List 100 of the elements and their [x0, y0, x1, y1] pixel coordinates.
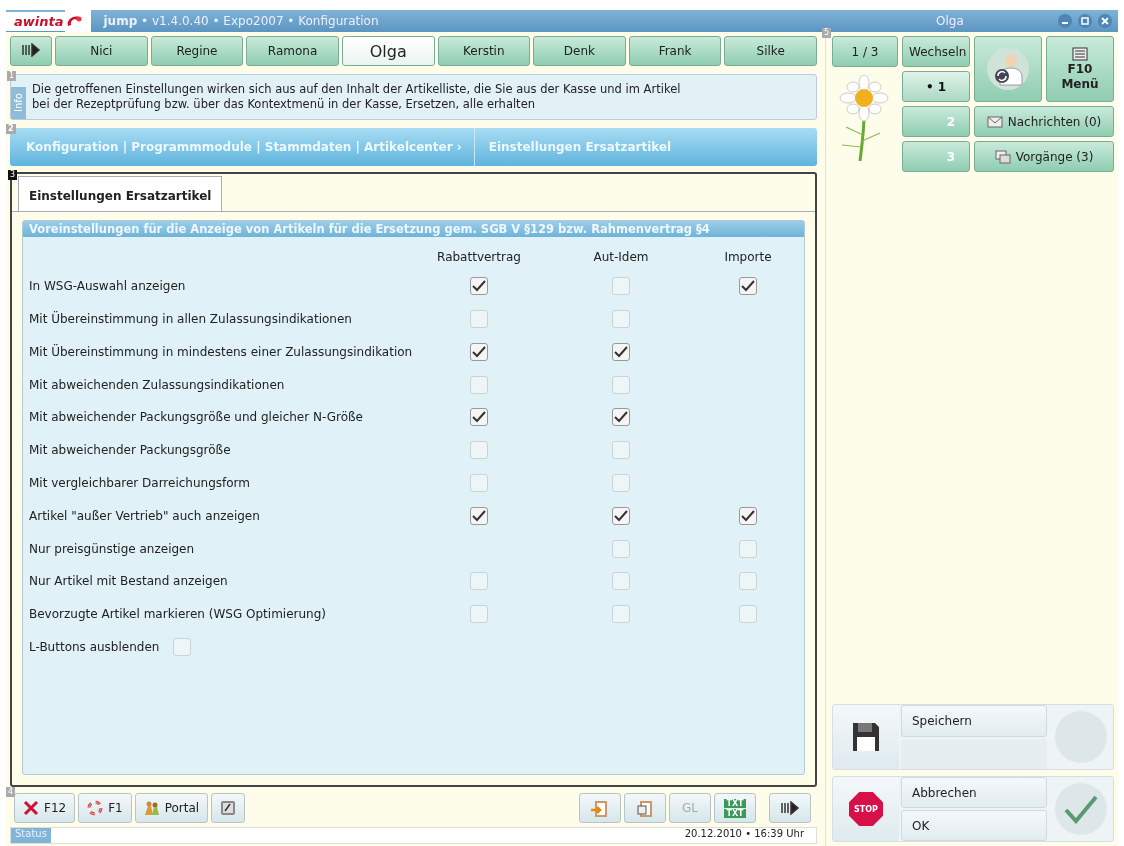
toolbar-button[interactable]: F12: [14, 793, 76, 823]
ok-label: OK: [901, 810, 1047, 841]
column-header: Aut-Idem: [592, 249, 650, 266]
maximize-icon: [1081, 17, 1089, 25]
toolbar-button[interactable]: TXT TXT: [714, 793, 756, 823]
checkbox[interactable]: [739, 539, 757, 558]
checkbox[interactable]: [173, 637, 192, 656]
checkbox[interactable]: [739, 506, 757, 525]
setting-label: Mit abweichender Packungsgröße: [29, 443, 232, 458]
checkbox[interactable]: [470, 408, 488, 427]
checkbox[interactable]: [470, 506, 488, 525]
cancel-button[interactable]: STOP: [833, 777, 899, 841]
maximize-button[interactable]: [1078, 14, 1092, 28]
forward-icon: [780, 801, 800, 815]
list-icon: [1072, 47, 1088, 61]
checkbox[interactable]: [612, 506, 630, 525]
ok-button[interactable]: [1055, 783, 1107, 835]
section-number: 4: [6, 787, 16, 797]
forward-button[interactable]: [10, 36, 52, 66]
setting-label: Nur Artikel mit Bestand anzeigen: [29, 574, 229, 589]
section-number: 1: [7, 71, 17, 81]
checkbox[interactable]: [612, 441, 630, 460]
setting-label: L-Buttons ausblenden: [29, 639, 160, 654]
checkbox[interactable]: [612, 473, 630, 492]
checkbox[interactable]: [612, 277, 630, 296]
checkbox[interactable]: [470, 375, 488, 394]
checkbox[interactable]: [612, 310, 630, 328]
user-tab[interactable]: Silke: [724, 36, 817, 66]
cancel-label: Abbrechen: [901, 777, 1047, 808]
user-switch-icon: [986, 47, 1030, 91]
tasks-button[interactable]: Vorgänge (3): [974, 141, 1114, 172]
setting-label: Nur preisgünstige anzeigen: [29, 541, 196, 556]
clipboard-icon: [590, 798, 610, 818]
setting-label: Mit Übereinstimmung in allen Zulassungsindikationen: [29, 312, 353, 326]
app-logo: awinta: [6, 11, 66, 31]
checkbox[interactable]: [739, 277, 757, 296]
clipboard-icon: [635, 798, 655, 818]
minimize-button[interactable]: [1058, 14, 1072, 28]
switch-user-button[interactable]: Wechseln: [902, 36, 970, 67]
setting-label: In WSG-Auswahl anzeigen: [29, 279, 187, 294]
toolbar-button[interactable]: F1: [78, 793, 132, 823]
checkbox[interactable]: [470, 342, 488, 361]
checkbox[interactable]: [612, 605, 630, 624]
lifebuoy-icon: [87, 800, 104, 816]
toolbar-button[interactable]: [769, 793, 811, 823]
window-user: Olga: [936, 14, 964, 28]
user-tab[interactable]: Kerstin: [437, 36, 531, 66]
save-label: Speichern: [901, 705, 1047, 737]
stop-sign-icon: STOP: [849, 792, 883, 826]
user-tab[interactable]: Olga: [341, 36, 435, 66]
setting-label: Bevorzugte Artikel markieren (WSG Optimierung): [29, 607, 327, 622]
checkbox[interactable]: [470, 605, 488, 624]
setting-label: Mit vergleichbarer Darreichungsform: [29, 475, 252, 490]
panel-title: Voreinstellungen für die Anzeige von Artikeln für die Ersetzung gem. SGB V §129 bzw. Rahmenvertrag §4: [23, 221, 804, 237]
section-number: 2: [6, 124, 16, 134]
close-icon: [1101, 17, 1109, 25]
status-datetime: 20.12.2010 • 16:39 Uhr: [684, 828, 805, 841]
close-button[interactable]: [1098, 14, 1112, 28]
info-text: Die getroffenen Einstellungen wirken sich aus auf den Inhalt der Artikelliste, die Sie aus der Kasse und im Artikel bei der Rezeptprüfung bzw. über das Kontextmenü in der Kasse, Ersetzen, alle erhalten: [31, 82, 681, 112]
section-number: 5: [822, 28, 832, 38]
checkbox[interactable]: [470, 572, 488, 591]
messages-button[interactable]: Nachrichten (0): [974, 106, 1114, 137]
checkbox[interactable]: [612, 572, 630, 591]
checkbox[interactable]: [612, 539, 630, 558]
checkbox[interactable]: [612, 375, 630, 394]
setting-label: Artikel "außer Vertrieb" auch anzeigen: [29, 508, 261, 523]
page-button[interactable]: 1 / 3: [832, 36, 898, 67]
settings-tab[interactable]: Einstellungen Ersatzartikel: [18, 176, 223, 211]
column-header: Rabattvertrag: [436, 249, 522, 266]
menu-button[interactable]: F10 Menü: [1046, 36, 1114, 102]
setting-label: Mit abweichender Packungsgröße und gleicher N-Größe: [29, 410, 364, 425]
envelope-icon: [986, 115, 1003, 128]
checkbox[interactable]: [470, 277, 488, 296]
checkbox[interactable]: [470, 473, 488, 492]
slot-button[interactable]: • 1: [902, 71, 970, 102]
checkbox[interactable]: [612, 408, 630, 427]
setting-label: Mit Übereinstimmung in mindestens einer Zulassungsindikation: [29, 344, 409, 359]
forward-icon: [21, 42, 41, 57]
user-tab[interactable]: Ramona: [246, 36, 339, 66]
checkmark-icon: [1064, 794, 1098, 824]
checkbox[interactable]: [470, 441, 488, 460]
user-tab[interactable]: Denk: [533, 36, 626, 66]
checkbox[interactable]: [612, 342, 630, 361]
status-label: Status: [11, 828, 51, 843]
checkbox[interactable]: [470, 310, 488, 328]
user-tab[interactable]: Nici: [55, 36, 148, 66]
checkbox[interactable]: [739, 572, 757, 591]
menu-key: F10: [1067, 62, 1093, 76]
user-tab[interactable]: Regine: [150, 36, 244, 66]
key-icon: [220, 800, 237, 816]
checkbox[interactable]: [739, 605, 757, 624]
user-tab[interactable]: Frank: [628, 36, 722, 66]
close-icon: [23, 800, 39, 816]
people-icon: [143, 800, 160, 816]
window-title: jump • v1.4.0.40 • Expo2007 • Konfiguration: [103, 14, 379, 28]
menu-label: Menü: [1061, 77, 1099, 91]
switch-user-icon-button[interactable]: [974, 36, 1042, 102]
save-button[interactable]: [833, 705, 899, 769]
toolbar-button[interactable]: Portal: [134, 793, 209, 823]
column-header: Importe: [723, 249, 773, 266]
